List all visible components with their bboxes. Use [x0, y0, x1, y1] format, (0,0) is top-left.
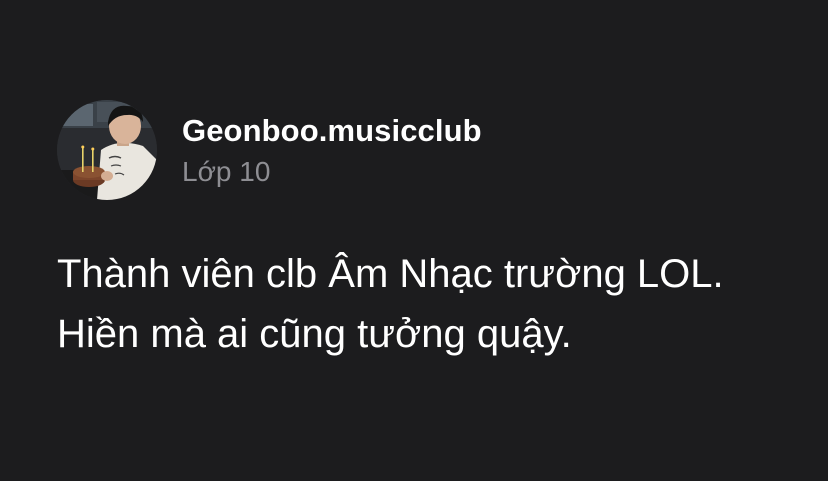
avatar[interactable] — [57, 100, 157, 200]
bio-line: Hiền mà ai cũng tưởng quậy. — [57, 312, 572, 356]
profile-subtitle: Lớp 10 — [182, 156, 271, 187]
profile-card: Geonboo.musicclub Lớp 10 Thành viên clb … — [0, 0, 828, 481]
avatar-photo — [57, 100, 157, 200]
profile-name[interactable]: Geonboo.musicclub — [182, 113, 482, 149]
bio-line: Thành viên clb Âm Nhạc trường LOL. — [57, 252, 724, 296]
profile-bio: Thành viên clb Âm Nhạc trường LOL. Hiền … — [57, 244, 807, 364]
